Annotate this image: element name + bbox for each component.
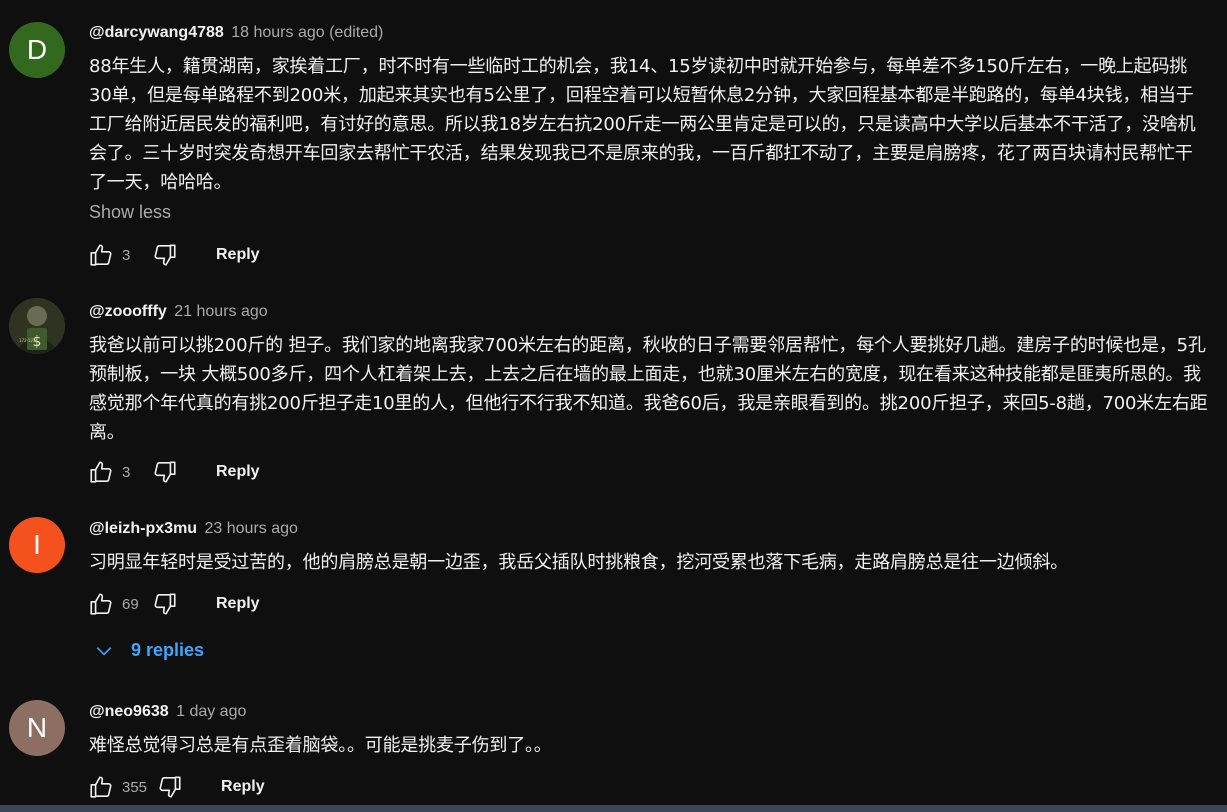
- thumb-down-icon: [154, 244, 176, 266]
- comment-actions: 3 Reply: [86, 239, 260, 271]
- reply-button[interactable]: Reply: [221, 778, 265, 796]
- replies-count-label: 9 replies: [131, 640, 205, 660]
- like-count: 3: [122, 246, 131, 264]
- comment-actions: 69 Reply: [86, 588, 260, 620]
- comment-actions: 355 Reply: [86, 771, 265, 803]
- like-button[interactable]: [86, 772, 116, 802]
- comment-author[interactable]: @darcywang4788: [89, 24, 224, 41]
- avatar[interactable]: D: [9, 22, 65, 78]
- like-button[interactable]: [86, 240, 116, 270]
- comment-text: 我爸以前可以挑200斤的 担子。我们家的地离我家700米左右的距离，秋收的日子需…: [89, 335, 1208, 443]
- thumb-down-icon: [154, 461, 176, 483]
- comment-header: @darcywang4788 18 hours ago (edited): [89, 22, 383, 44]
- thumb-down-icon: [159, 776, 181, 798]
- avatar-image-icon: $ 172·123: [9, 298, 65, 354]
- thumb-up-icon: [90, 776, 112, 798]
- comment-timestamp[interactable]: 23 hours ago: [205, 520, 298, 537]
- thumb-down-icon: [154, 593, 176, 615]
- avatar[interactable]: $ 172·123: [9, 298, 65, 354]
- comment-timestamp[interactable]: 1 day ago: [176, 703, 246, 720]
- reply-button[interactable]: Reply: [216, 463, 260, 481]
- reply-button[interactable]: Reply: [216, 246, 260, 264]
- comment-header: @neo9638 1 day ago: [89, 701, 246, 723]
- view-replies-button[interactable]: 9 replies: [94, 640, 204, 661]
- show-less-button[interactable]: Show less: [89, 202, 171, 223]
- dislike-button[interactable]: [155, 772, 185, 802]
- dislike-button[interactable]: [150, 457, 180, 487]
- svg-text:172·123: 172·123: [19, 338, 36, 343]
- dislike-button[interactable]: [150, 589, 180, 619]
- comment-timestamp[interactable]: 18 hours ago (edited): [231, 24, 383, 41]
- comment-text: 习明显年轻时是受过苦的，他的肩膀总是朝一边歪，我岳父插队时挑粮食，挖河受累也落下…: [89, 552, 1068, 573]
- avatar-letter: I: [33, 529, 41, 560]
- comment-timestamp[interactable]: 21 hours ago: [174, 303, 267, 320]
- thumb-up-icon: [90, 461, 112, 483]
- avatar-letter: D: [26, 34, 48, 65]
- thumb-up-icon: [90, 244, 112, 266]
- like-button[interactable]: [86, 589, 116, 619]
- comment-author[interactable]: @neo9638: [89, 703, 169, 720]
- like-button[interactable]: [86, 457, 116, 487]
- like-count: 3: [122, 463, 131, 481]
- thumb-up-icon: [90, 593, 112, 615]
- like-count: 69: [122, 595, 139, 613]
- comments-page: D @darcywang4788 18 hours ago (edited) 8…: [0, 0, 1227, 812]
- comment-header: @leizh-px3mu 23 hours ago: [89, 518, 298, 540]
- comment-text: 88年生人，籍贯湖南，家挨着工厂，时不时有一些临时工的机会，我14、15岁读初中…: [89, 56, 1196, 193]
- like-count: 355: [122, 778, 148, 796]
- chevron-down-icon: [96, 646, 112, 656]
- dislike-button[interactable]: [150, 240, 180, 270]
- comment-actions: 3 Reply: [86, 456, 260, 488]
- reply-button[interactable]: Reply: [216, 595, 260, 613]
- bottom-edge-bar: [0, 805, 1227, 812]
- comment-author[interactable]: @leizh-px3mu: [89, 520, 197, 537]
- avatar-letter: N: [26, 712, 48, 743]
- comment-author[interactable]: @zooofffy: [89, 303, 167, 320]
- avatar[interactable]: N: [9, 700, 65, 756]
- comment-text: 难怪总觉得习总是有点歪着脑袋。。可能是挑麦子伤到了。。: [89, 735, 552, 756]
- comment-header: @zooofffy 21 hours ago: [89, 301, 268, 323]
- avatar[interactable]: I: [9, 517, 65, 573]
